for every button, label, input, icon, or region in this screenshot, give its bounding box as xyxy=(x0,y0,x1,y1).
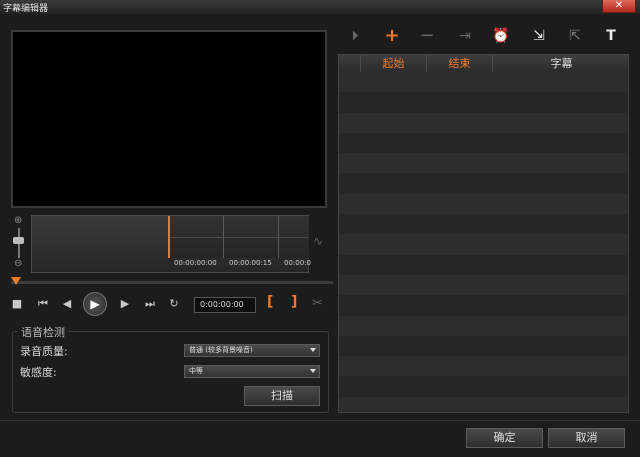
ok-button[interactable]: 确定 xyxy=(466,428,543,448)
next-frame-icon[interactable]: ▶ xyxy=(115,294,135,314)
dropdown-arrow-icon xyxy=(310,348,316,352)
table-row[interactable] xyxy=(339,112,628,133)
split-icon[interactable]: ⇥ xyxy=(454,26,476,46)
go-to-end-icon[interactable]: ⏭ xyxy=(140,294,160,314)
mark-in-button[interactable]: [ xyxy=(267,294,273,310)
zoom-in-icon[interactable]: ⊕ xyxy=(14,215,22,226)
table-row[interactable] xyxy=(339,396,628,412)
title-bar xyxy=(0,0,640,14)
add-icon[interactable]: + xyxy=(381,26,403,46)
window-title: 字幕编辑器 xyxy=(3,4,49,14)
scrub-handle[interactable] xyxy=(11,277,21,285)
table-row[interactable] xyxy=(339,274,628,296)
subtitle-list[interactable]: 起始 结束 字幕 xyxy=(338,54,629,413)
zoom-out-icon[interactable]: ⊖ xyxy=(14,258,22,269)
timeline-timecode: 00:00:0 xyxy=(284,259,311,267)
table-row[interactable] xyxy=(339,193,628,215)
scrub-bar[interactable] xyxy=(11,281,333,284)
table-row[interactable] xyxy=(339,234,628,255)
timeline-playhead[interactable] xyxy=(168,216,170,258)
go-to-start-icon[interactable]: ⏮ xyxy=(33,294,53,314)
timeline-timecode: 00:00:00:15 xyxy=(229,259,272,267)
repeat-icon[interactable]: ↻ xyxy=(164,294,184,314)
recording-quality-label: 录音质量: xyxy=(20,345,68,358)
export-icon[interactable]: ⇱ xyxy=(564,26,586,46)
previous-frame-icon[interactable]: ◀ xyxy=(57,294,77,314)
import-icon[interactable]: ⇲ xyxy=(528,26,550,46)
speech-detection-label: 语音检测 xyxy=(18,324,68,340)
zoom-slider-thumb[interactable] xyxy=(13,237,24,244)
scissors-icon[interactable]: ✂ xyxy=(312,296,323,311)
text-style-icon[interactable]: T xyxy=(600,26,622,46)
scan-button[interactable]: 扫描 xyxy=(244,386,320,406)
table-row[interactable] xyxy=(339,214,628,235)
audio-waveform-icon: ∿ xyxy=(313,234,324,248)
table-row[interactable] xyxy=(339,376,628,397)
recording-quality-select[interactable]: 普通 (较多背景噪音) xyxy=(184,344,320,357)
sensitivity-value: 中等 xyxy=(189,367,203,375)
footer-divider xyxy=(0,420,640,421)
sensitivity-label: 敏感度: xyxy=(20,366,57,379)
video-preview xyxy=(11,30,327,208)
timeline-divider xyxy=(169,237,308,238)
subtitle-rows xyxy=(339,72,628,412)
stop-icon[interactable]: ■ xyxy=(7,294,27,314)
table-row[interactable] xyxy=(339,72,628,93)
table-row[interactable] xyxy=(339,254,628,275)
remove-icon[interactable]: − xyxy=(416,26,438,46)
text-options-icon[interactable]: ⏰ xyxy=(490,26,512,46)
column-header-subtitle[interactable]: 字幕 xyxy=(493,55,628,72)
timecode-field[interactable]: 0:00:00:00 xyxy=(194,297,256,313)
play-subtitle-icon[interactable]: ⏵ xyxy=(344,26,366,46)
column-header-index[interactable] xyxy=(339,55,361,72)
close-button[interactable]: ✕ xyxy=(602,0,636,13)
table-row[interactable] xyxy=(339,153,628,174)
table-row[interactable] xyxy=(339,356,628,377)
subtitle-list-header: 起始 结束 字幕 xyxy=(339,55,628,73)
cancel-button[interactable]: 取消 xyxy=(548,428,625,448)
table-row[interactable] xyxy=(339,295,628,316)
table-row[interactable] xyxy=(339,92,628,113)
timeline-timecode: 00:00:00:00 xyxy=(174,259,217,267)
play-button[interactable]: ▶ xyxy=(83,292,107,316)
sensitivity-select[interactable]: 中等 xyxy=(184,365,320,378)
recording-quality-value: 普通 (较多背景噪音) xyxy=(189,346,253,354)
dropdown-arrow-icon xyxy=(310,369,316,373)
table-row[interactable] xyxy=(339,315,628,336)
mark-out-button[interactable]: ] xyxy=(291,294,297,310)
table-row[interactable] xyxy=(339,132,628,154)
column-header-end[interactable]: 结束 xyxy=(427,55,493,72)
table-row[interactable] xyxy=(339,173,628,194)
column-header-start[interactable]: 起始 xyxy=(361,55,427,72)
table-row[interactable] xyxy=(339,335,628,357)
